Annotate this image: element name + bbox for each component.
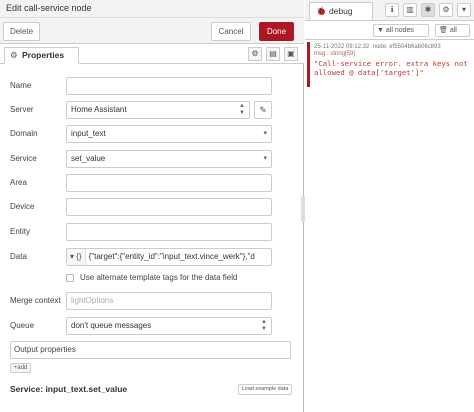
name-label: Name [10, 81, 32, 90]
cancel-button[interactable]: Cancel [211, 22, 251, 41]
area-label: Area [10, 178, 27, 187]
chevron-down-icon[interactable]: ▾ [457, 3, 471, 17]
updown-icon: ▲ ▼ [239, 103, 245, 116]
service-row: Service set_value [10, 150, 272, 168]
book-icon[interactable]: ▥ [403, 3, 417, 17]
device-input[interactable] [66, 198, 272, 216]
name-row: Name [10, 77, 272, 95]
cog-icon: ⚙ [10, 50, 18, 60]
description-tab-icon[interactable]: ▤ [266, 47, 280, 61]
service-label: Service [10, 154, 37, 163]
trash-icon: 🗑 [439, 27, 450, 34]
tray-toolbar: Delete Cancel Done [0, 18, 304, 44]
filter-icon: ▼ [377, 27, 386, 34]
device-label: Device [10, 202, 35, 211]
debug-messages: 25-11-2022 09:12:32 node: ef5504b6ab06c8… [305, 40, 474, 412]
server-select[interactable]: Home Assistant ▲ ▼ [66, 101, 250, 119]
tray-header: Edit call-service node [0, 0, 304, 18]
merge-context-row: Merge context lightOptions [10, 292, 272, 310]
domain-label: Domain [10, 129, 38, 138]
output-properties-label: Output properties [14, 345, 76, 354]
entity-input[interactable] [66, 223, 272, 241]
done-button[interactable]: Done [259, 22, 294, 41]
debug-sidebar: 🐞 debug ℹ ▥ ✱ ⚙ ▾ ▼ all nodes 🗑 all 25-1… [305, 0, 474, 412]
data-input[interactable]: ▾ {} {"target":{"entity_id":"input_text.v… [66, 248, 272, 266]
add-output-button[interactable]: +add [10, 363, 31, 373]
message-meta: 25-11-2022 09:12:32 node: ef5504b6ab06c8… [314, 44, 472, 50]
clear-label: all [449, 27, 457, 34]
edit-tray: Edit call-service node Delete Cancel Don… [0, 0, 305, 412]
server-label: Server [10, 105, 34, 114]
message-body: "Call-service error. extra keys not allo… [314, 59, 468, 77]
tab-properties-label: Properties [22, 50, 65, 60]
data-row: Data ▾ {} {"target":{"entity_id":"input_t… [10, 248, 272, 266]
entity-label: Entity [10, 227, 31, 236]
data-type-label: {} [76, 252, 82, 261]
tab-properties[interactable]: ⚙ Properties [4, 47, 79, 64]
queue-value: don't queue messages [71, 321, 152, 330]
filter-nodes-select[interactable]: ▼ all nodes [373, 24, 429, 37]
clear-select[interactable]: 🗑 all [435, 24, 470, 37]
queue-label: Queue [10, 321, 35, 330]
service-summary: Service: input_text.set_value [10, 384, 128, 394]
pencil-icon: ✎ [259, 105, 267, 115]
tray-title: Edit call-service node [6, 3, 92, 13]
queue-row: Queue don't queue messages ▲ ▼ [10, 317, 272, 335]
info-icon[interactable]: ℹ [385, 3, 399, 17]
server-value: Home Assistant [71, 105, 127, 114]
debug-toolbar: ▼ all nodes 🗑 all [305, 20, 474, 40]
data-value: {"target":{"entity_id":"input_text.vince… [88, 252, 255, 261]
tab-debug-label: debug [328, 6, 353, 16]
tab-debug[interactable]: 🐞 debug [309, 2, 373, 20]
tab-bar: ⚙ Properties ⚙ ▤ ▣ [0, 44, 304, 64]
delete-button[interactable]: Delete [3, 22, 40, 41]
merge-context-placeholder: lightOptions [71, 296, 114, 305]
domain-select[interactable]: input_text [66, 125, 272, 143]
device-row: Device [10, 198, 272, 216]
merge-context-input[interactable]: lightOptions [66, 292, 272, 310]
data-type-selector[interactable]: ▾ {} [67, 249, 86, 265]
load-example-button[interactable]: Load example data [238, 384, 292, 395]
updown-icon: ▲ ▼ [261, 319, 267, 332]
area-input[interactable] [66, 174, 272, 192]
bug-icon: 🐞 [316, 6, 329, 16]
message-timestamp: 25-11-2022 09:12:32 [314, 44, 370, 50]
edit-server-button[interactable]: ✎ [254, 101, 272, 119]
service-select[interactable]: set_value [66, 150, 272, 168]
queue-select[interactable]: don't queue messages ▲ ▼ [66, 317, 272, 335]
alt-template-checkbox[interactable] [66, 274, 74, 282]
area-row: Area [10, 174, 272, 192]
bug-tab-icon[interactable]: ✱ [421, 3, 435, 17]
message-topic: msg : string[59] [314, 51, 356, 57]
domain-row: Domain input_text [10, 125, 272, 143]
filter-nodes-label: all nodes [385, 27, 414, 34]
message-node[interactable]: node: ef5504b6ab06c893 [373, 44, 441, 50]
name-input[interactable] [66, 77, 272, 95]
data-label: Data [10, 252, 27, 261]
merge-context-label: Merge context [10, 296, 61, 305]
server-row: Server Home Assistant ▲ ▼ ✎ [10, 101, 272, 119]
debug-message[interactable]: 25-11-2022 09:12:32 node: ef5504b6ab06c8… [307, 42, 472, 87]
entity-row: Entity [10, 223, 272, 241]
settings-tab-icon[interactable]: ⚙ [248, 47, 262, 61]
alt-template-label: Use alternate template tags for the data… [80, 273, 238, 282]
appearance-tab-icon[interactable]: ▣ [284, 47, 298, 61]
gear-icon[interactable]: ⚙ [439, 3, 453, 17]
output-properties-list[interactable]: Output properties [10, 341, 291, 359]
